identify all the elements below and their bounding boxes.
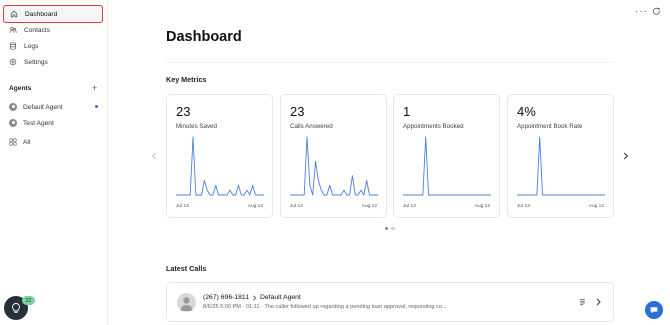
metric-value: 23 xyxy=(176,104,191,119)
lightbulb-icon xyxy=(12,303,20,313)
carousel-dot-2[interactable] xyxy=(391,227,395,231)
chat-support-button[interactable] xyxy=(645,301,663,319)
database-icon xyxy=(9,42,17,50)
sidebar-item-label: Logs xyxy=(24,42,39,50)
gear-icon xyxy=(9,58,17,66)
metric-card-calls-answered[interactable]: 23 Calls Answered Jul 13 Aug 12 xyxy=(280,94,387,218)
metric-label: Appointments Booked xyxy=(403,123,464,130)
sidebar-item-settings[interactable]: Settings xyxy=(3,53,103,71)
metric-label: Minutes Saved xyxy=(176,123,217,130)
series-line xyxy=(517,136,605,196)
sidebar-item-label: Contacts xyxy=(24,26,51,34)
sidebar-item-label: All xyxy=(23,138,31,146)
metric-value: 1 xyxy=(403,104,411,119)
sidebar-item-label: Default Agent xyxy=(23,103,63,111)
call-title: (267) 696-1811 Default Agent xyxy=(203,294,301,301)
chart-start-label: Jul 13 xyxy=(176,204,189,209)
metric-value: 23 xyxy=(290,104,305,119)
chart-end-label: Aug 12 xyxy=(588,204,604,209)
sidebar-item-label: Settings xyxy=(24,58,48,66)
chart-start-label: Jul 13 xyxy=(517,204,530,209)
sidebar-item-label: Test Agent xyxy=(23,119,54,127)
series-line xyxy=(176,136,264,196)
metric-sparkline xyxy=(176,136,264,196)
agent-avatar-icon xyxy=(9,119,17,127)
chart-end-label: Aug 12 xyxy=(247,204,263,209)
more-options-button[interactable]: ··· xyxy=(635,6,648,17)
metric-card-appointment-book-rate[interactable]: 4% Appointment Book Rate Jul 13 Aug 12 xyxy=(507,94,614,218)
add-agent-button[interactable]: + xyxy=(92,84,97,93)
active-status-dot xyxy=(95,105,98,108)
call-list-item[interactable]: (267) 696-1811 Default Agent 8/6/25 5:00… xyxy=(166,282,614,322)
chevron-right-icon xyxy=(253,294,257,301)
sidebar-item-test-agent[interactable]: Test Agent xyxy=(9,116,101,130)
metric-sparkline xyxy=(290,136,378,196)
contacts-icon xyxy=(9,26,17,33)
carousel-dot-1[interactable] xyxy=(385,227,389,231)
refresh-icon[interactable] xyxy=(652,7,661,16)
chart-end-label: Aug 12 xyxy=(474,204,490,209)
metric-label: Appointment Book Rate xyxy=(517,123,583,130)
sidebar-item-all[interactable]: All xyxy=(9,135,101,149)
series-line xyxy=(403,136,491,196)
divider xyxy=(166,62,614,63)
chart-start-label: Jul 13 xyxy=(403,204,416,209)
page-title: Dashboard xyxy=(166,29,242,45)
sidebar-item-default-agent[interactable]: Default Agent xyxy=(9,100,101,114)
carousel-next-button[interactable] xyxy=(623,152,629,160)
grid-icon xyxy=(9,138,17,146)
person-icon xyxy=(180,297,193,311)
home-icon xyxy=(10,10,18,18)
metric-card-appointments-booked[interactable]: 1 Appointments Booked Jul 13 Aug 12 xyxy=(393,94,500,218)
agent-avatar-icon xyxy=(9,103,17,111)
transcript-icon[interactable] xyxy=(579,298,586,306)
metric-value: 4% xyxy=(517,104,536,119)
chart-start-label: Jul 13 xyxy=(290,204,303,209)
series-line xyxy=(290,136,378,196)
metric-sparkline xyxy=(403,136,491,196)
chat-bubble-icon xyxy=(650,307,658,314)
sidebar-item-label: Dashboard xyxy=(25,10,58,18)
agents-section-title: Agents xyxy=(9,85,32,92)
carousel-prev-button[interactable] xyxy=(151,152,157,160)
call-summary: 8/6/25 5:00 PM · 01:11 · The caller foll… xyxy=(203,304,447,310)
carousel-dots xyxy=(385,227,395,231)
key-metrics-title: Key Metrics xyxy=(166,75,207,84)
call-agent: Default Agent xyxy=(259,294,301,301)
sidebar: Dashboard Contacts Logs Settings Agents … xyxy=(0,0,108,325)
latest-calls-title: Latest Calls xyxy=(166,264,207,273)
caller-avatar xyxy=(177,293,196,312)
notification-badge: 22 xyxy=(22,296,35,305)
metric-label: Calls Answered xyxy=(290,123,333,130)
call-phone: (267) 696-1811 xyxy=(203,294,249,301)
metric-card-minutes-saved[interactable]: 23 Minutes Saved Jul 13 Aug 12 xyxy=(166,94,273,218)
chart-end-label: Aug 12 xyxy=(361,204,377,209)
metric-sparkline xyxy=(517,136,605,196)
chevron-right-icon[interactable] xyxy=(596,298,601,306)
